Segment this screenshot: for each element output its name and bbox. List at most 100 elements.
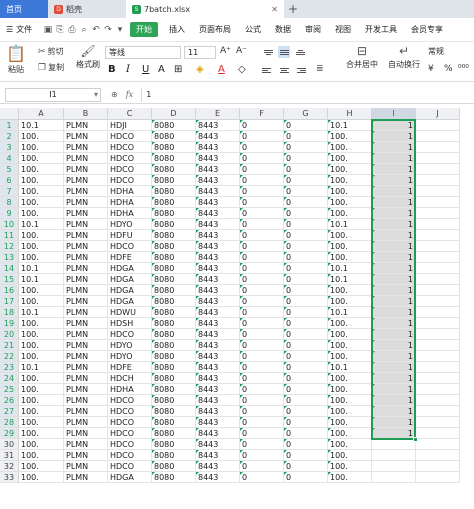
cell-b-23[interactable]: PLMN: [64, 362, 108, 373]
cell-b-5[interactable]: PLMN: [64, 164, 108, 175]
cell-f-31[interactable]: 0: [240, 450, 284, 461]
cell-h-3[interactable]: 100.: [328, 142, 372, 153]
row-header[interactable]: 19: [0, 318, 19, 329]
cell-j-27[interactable]: [416, 406, 460, 417]
cell-d-7[interactable]: 8080: [152, 186, 196, 197]
italic-button[interactable]: I: [126, 62, 130, 76]
cell-g-12[interactable]: 0: [284, 241, 328, 252]
border-button[interactable]: ⊞: [174, 62, 182, 76]
cell-b-12[interactable]: PLMN: [64, 241, 108, 252]
cell-d-18[interactable]: 8080: [152, 307, 196, 318]
cell-j-24[interactable]: [416, 373, 460, 384]
row-header[interactable]: 3: [0, 142, 19, 153]
cell-i-7[interactable]: 1: [372, 186, 416, 197]
cell-j-3[interactable]: [416, 142, 460, 153]
formula-input[interactable]: 1: [141, 87, 474, 102]
align-right-button[interactable]: [294, 64, 306, 76]
cell-a-30[interactable]: 100.: [19, 439, 64, 450]
cell-a-29[interactable]: 100.: [19, 428, 64, 439]
cell-f-26[interactable]: 0: [240, 395, 284, 406]
fill-handle[interactable]: [413, 437, 418, 442]
menu-view[interactable]: 视图: [328, 24, 358, 35]
cell-i-22[interactable]: 1: [372, 351, 416, 362]
cell-c-3[interactable]: HDCO: [108, 142, 152, 153]
cell-d-33[interactable]: 8080: [152, 472, 196, 483]
cell-d-25[interactable]: 8080: [152, 384, 196, 395]
font-size-select[interactable]: 11: [184, 46, 216, 59]
cell-d-10[interactable]: 8080: [152, 219, 196, 230]
cell-e-10[interactable]: 8443: [196, 219, 240, 230]
cell-f-25[interactable]: 0: [240, 384, 284, 395]
clear-format-button[interactable]: ◇: [238, 62, 246, 76]
cell-i-20[interactable]: 1: [372, 329, 416, 340]
cell-c-19[interactable]: HDSH: [108, 318, 152, 329]
row-header[interactable]: 26: [0, 395, 19, 406]
cell-e-12[interactable]: 8443: [196, 241, 240, 252]
cell-i-31[interactable]: [372, 450, 416, 461]
cell-j-28[interactable]: [416, 417, 460, 428]
cell-j-14[interactable]: [416, 263, 460, 274]
cell-j-31[interactable]: [416, 450, 460, 461]
row-header[interactable]: 32: [0, 461, 19, 472]
cell-a-12[interactable]: 100.: [19, 241, 64, 252]
cell-c-6[interactable]: HDCO: [108, 175, 152, 186]
spreadsheet-grid[interactable]: A B C D E F G H I J 1 10.1 PLMN HDJI 8080 8443 0 0 10.1 1 2 1…: [0, 108, 474, 509]
row-header[interactable]: 24: [0, 373, 19, 384]
cell-e-25[interactable]: 8443: [196, 384, 240, 395]
cell-b-27[interactable]: PLMN: [64, 406, 108, 417]
cell-f-1[interactable]: 0: [240, 120, 284, 131]
cell-d-4[interactable]: 8080: [152, 153, 196, 164]
cell-a-24[interactable]: 100.: [19, 373, 64, 384]
cell-j-10[interactable]: [416, 219, 460, 230]
column-header-j[interactable]: J: [416, 108, 460, 120]
cell-b-30[interactable]: PLMN: [64, 439, 108, 450]
cell-c-18[interactable]: HDWU: [108, 307, 152, 318]
cell-a-13[interactable]: 100.: [19, 252, 64, 263]
cell-h-23[interactable]: 10.1: [328, 362, 372, 373]
cell-f-13[interactable]: 0: [240, 252, 284, 263]
cell-i-2[interactable]: 1: [372, 131, 416, 142]
cell-d-12[interactable]: 8080: [152, 241, 196, 252]
cell-c-9[interactable]: HDHA: [108, 208, 152, 219]
cell-g-29[interactable]: 0: [284, 428, 328, 439]
cell-i-24[interactable]: 1: [372, 373, 416, 384]
cell-g-1[interactable]: 0: [284, 120, 328, 131]
cell-c-27[interactable]: HDCO: [108, 406, 152, 417]
cell-f-2[interactable]: 0: [240, 131, 284, 142]
cell-f-19[interactable]: 0: [240, 318, 284, 329]
cell-g-31[interactable]: 0: [284, 450, 328, 461]
cell-j-5[interactable]: [416, 164, 460, 175]
cell-h-15[interactable]: 10.1: [328, 274, 372, 285]
tab-workbook[interactable]: S 7batch.xlsx ✕: [126, 0, 284, 18]
row-header[interactable]: 8: [0, 197, 19, 208]
row-header[interactable]: 28: [0, 417, 19, 428]
cell-a-19[interactable]: 100.: [19, 318, 64, 329]
cell-i-16[interactable]: 1: [372, 285, 416, 296]
cell-b-24[interactable]: PLMN: [64, 373, 108, 384]
cell-f-22[interactable]: 0: [240, 351, 284, 362]
cell-c-23[interactable]: HDFE: [108, 362, 152, 373]
cell-a-8[interactable]: 100.: [19, 197, 64, 208]
cell-f-4[interactable]: 0: [240, 153, 284, 164]
cell-j-13[interactable]: [416, 252, 460, 263]
cell-f-20[interactable]: 0: [240, 329, 284, 340]
redo-icon[interactable]: ↷: [102, 25, 114, 35]
cell-g-30[interactable]: 0: [284, 439, 328, 450]
underline-button[interactable]: U: [142, 62, 149, 76]
cell-j-30[interactable]: [416, 439, 460, 450]
cell-a-26[interactable]: 100.: [19, 395, 64, 406]
cell-g-26[interactable]: 0: [284, 395, 328, 406]
cell-j-17[interactable]: [416, 296, 460, 307]
cell-b-28[interactable]: PLMN: [64, 417, 108, 428]
row-header[interactable]: 18: [0, 307, 19, 318]
cell-b-31[interactable]: PLMN: [64, 450, 108, 461]
cell-e-15[interactable]: 8443: [196, 274, 240, 285]
cell-h-8[interactable]: 100.: [328, 197, 372, 208]
format-painter-button[interactable]: 🖌 格式刷: [76, 44, 100, 70]
align-middle-button[interactable]: [278, 46, 290, 58]
cell-c-7[interactable]: HDHA: [108, 186, 152, 197]
column-header-c[interactable]: C: [108, 108, 152, 120]
cell-h-5[interactable]: 100.: [328, 164, 372, 175]
row-header[interactable]: 2: [0, 131, 19, 142]
column-header-e[interactable]: E: [196, 108, 240, 120]
